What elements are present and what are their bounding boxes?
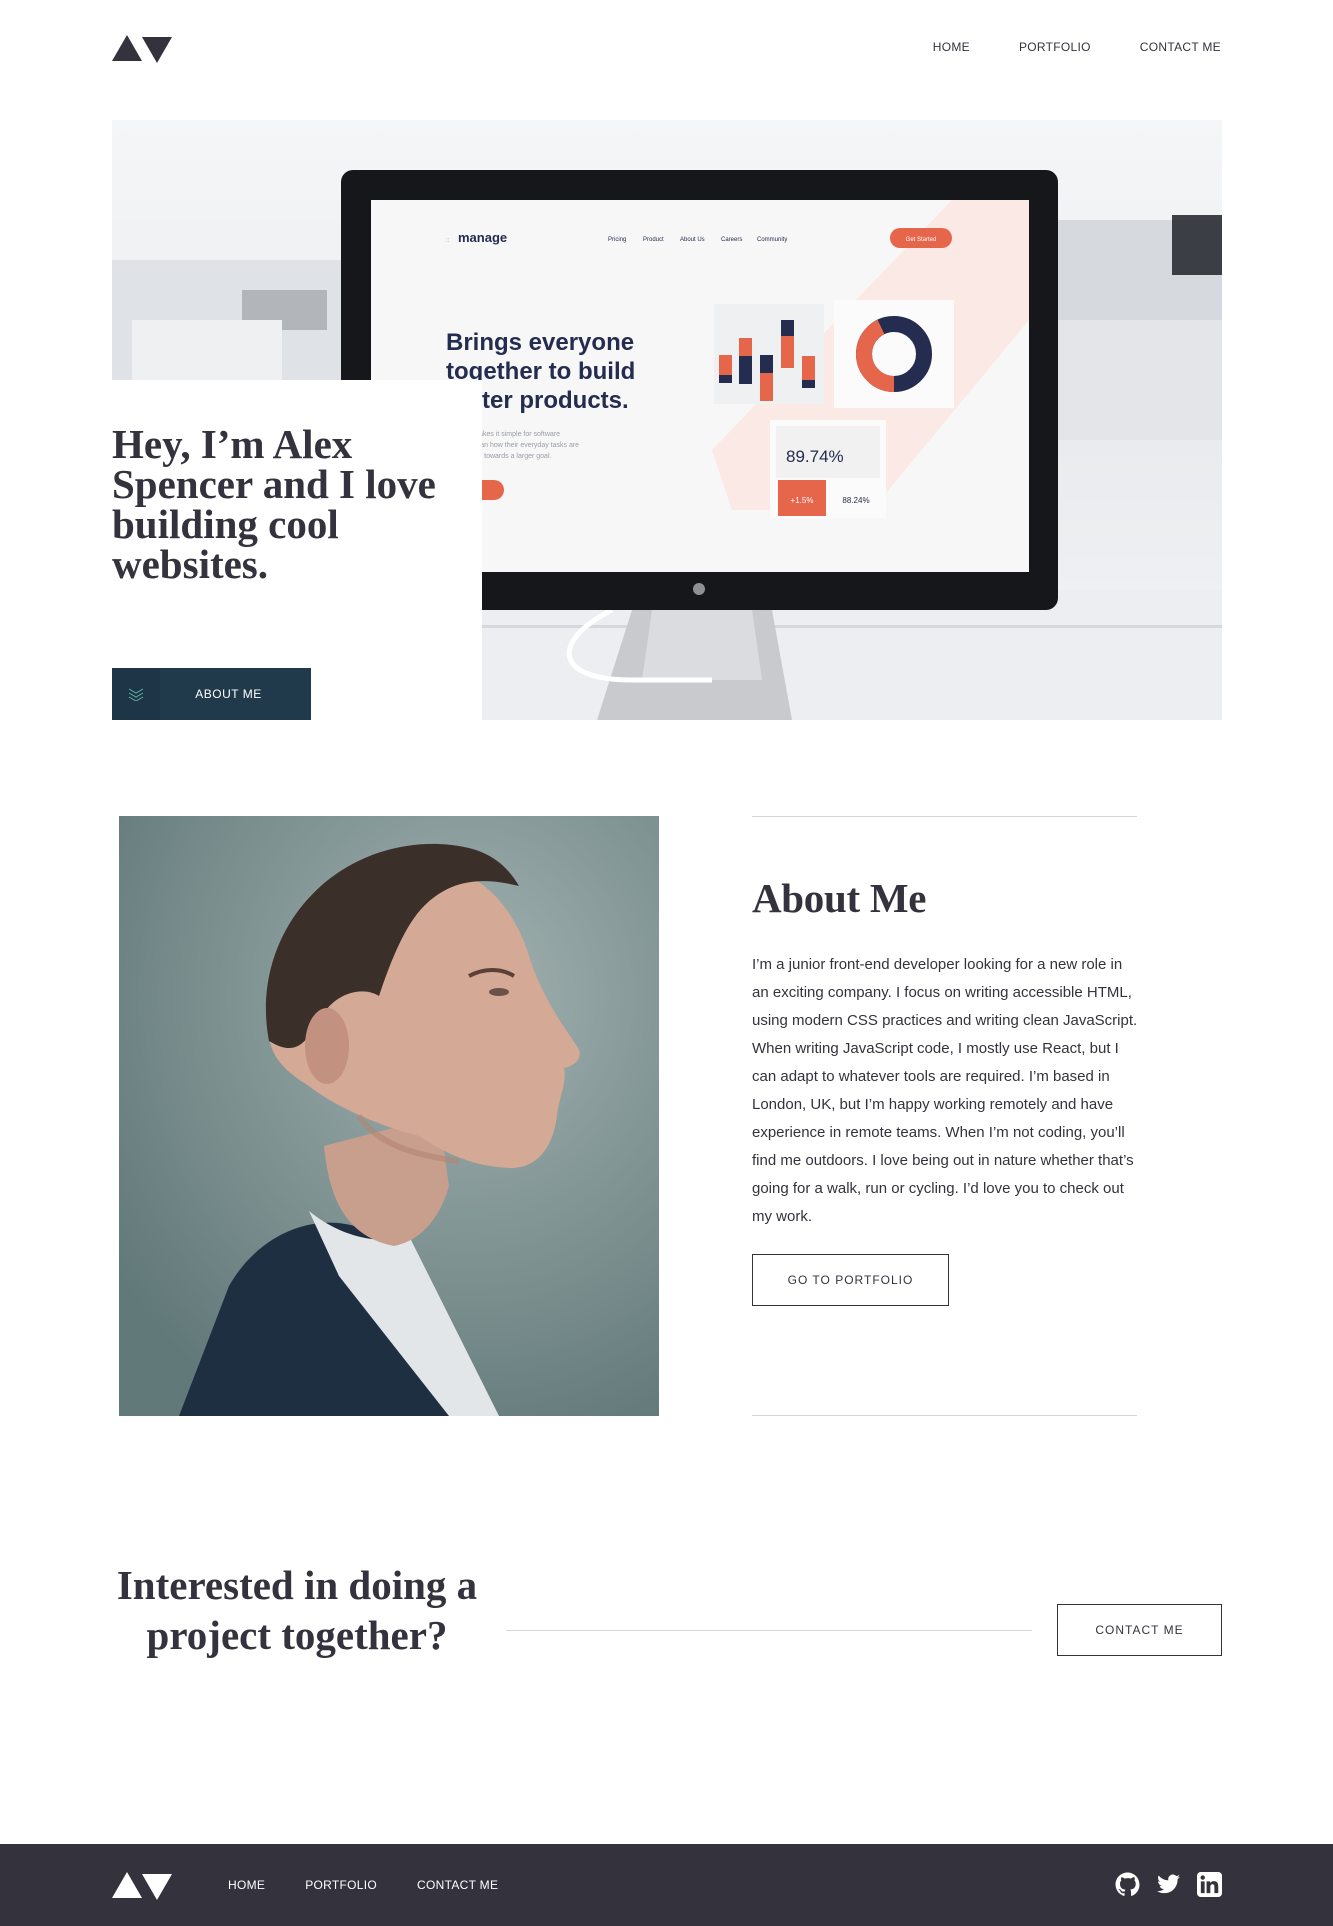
nav-contact[interactable]: CONTACT ME xyxy=(1140,40,1221,54)
av-logo[interactable] xyxy=(112,33,172,63)
mockup-cta: Get Started xyxy=(906,237,937,243)
cta-divider xyxy=(506,1630,1032,1631)
footer-nav-portfolio[interactable]: PORTFOLIO xyxy=(305,1878,377,1892)
about-me-button-label: ABOUT ME xyxy=(195,687,262,701)
mockup-nav-careers: Careers xyxy=(721,237,742,243)
mockup-stat-main: 89.74% xyxy=(786,447,844,466)
about-section: About Me I’m a junior front-end develope… xyxy=(752,816,1137,1416)
cta-title: Interested in doing a project together? xyxy=(116,1562,478,1658)
github-icon[interactable] xyxy=(1115,1872,1140,1897)
nav-home[interactable]: HOME xyxy=(933,40,970,54)
chevron-down-icon xyxy=(112,668,160,720)
footer-nav: HOME PORTFOLIO CONTACT ME xyxy=(228,1878,498,1892)
footer-nav-contact[interactable]: CONTACT ME xyxy=(417,1878,498,1892)
main-nav: HOME PORTFOLIO CONTACT ME xyxy=(933,40,1221,54)
twitter-icon[interactable] xyxy=(1156,1872,1181,1897)
go-to-portfolio-button[interactable]: GO TO PORTFOLIO xyxy=(752,1254,949,1306)
mockup-brand: manage xyxy=(458,230,507,245)
mockup-headline-1: Brings everyone xyxy=(446,329,634,356)
svg-text:::: :: xyxy=(446,238,450,244)
hero-section: :: manage Pricing Product About Us Caree… xyxy=(112,120,1222,720)
about-title: About Me xyxy=(752,875,927,921)
mockup-nav-pricing: Pricing xyxy=(608,237,626,243)
about-me-button[interactable]: ABOUT ME xyxy=(112,668,311,720)
profile-photo xyxy=(119,816,659,1416)
footer-nav-home[interactable]: HOME xyxy=(228,1878,265,1892)
mockup-nav-about: About Us xyxy=(680,237,705,243)
av-logo-footer[interactable] xyxy=(112,1870,172,1900)
hero-title: Hey, I’m Alex Spencer and I love buildin… xyxy=(112,421,436,587)
mockup-nav-product: Product xyxy=(643,237,664,243)
mockup-nav-community: Community xyxy=(757,237,787,243)
site-header: HOME PORTFOLIO CONTACT ME xyxy=(0,0,1333,96)
nav-portfolio[interactable]: PORTFOLIO xyxy=(1019,40,1091,54)
linkedin-icon[interactable] xyxy=(1197,1872,1222,1897)
contact-me-button[interactable]: CONTACT ME xyxy=(1057,1604,1222,1656)
about-body: I’m a junior front-end developer looking… xyxy=(752,956,1138,1225)
mockup-stat-secondary: 88.24% xyxy=(842,496,869,505)
social-links xyxy=(1115,1872,1222,1897)
site-footer: HOME PORTFOLIO CONTACT ME xyxy=(0,1844,1333,1926)
mockup-stat-delta: +1.5% xyxy=(791,496,814,505)
